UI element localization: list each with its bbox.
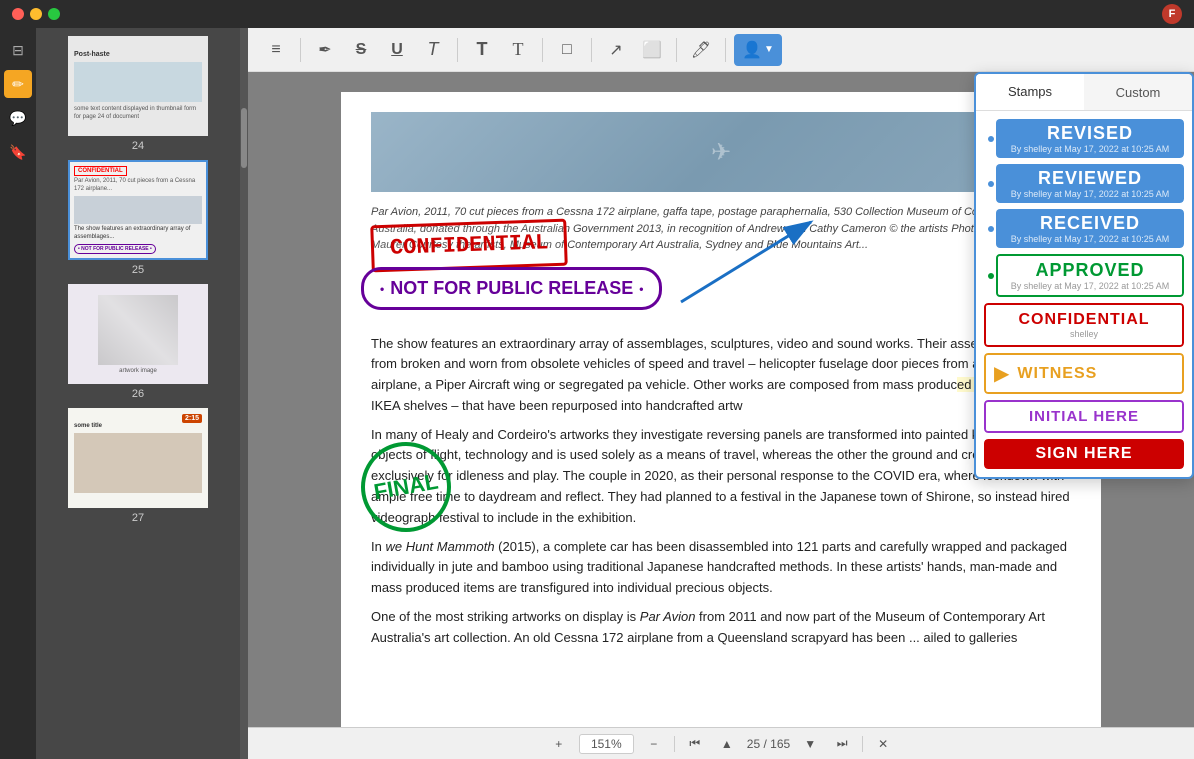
highlight-icon[interactable]: ✏ <box>4 70 32 98</box>
shapes-btn[interactable]: ⬜ <box>636 34 668 66</box>
sidebar-left: ⊟ ✏ 💬 🔖 <box>0 28 36 759</box>
stamp-reviewed-label: REVIEWED <box>1004 168 1176 189</box>
stamp-received[interactable]: RECEIVED By shelley at May 17, 2022 at 1… <box>984 209 1184 248</box>
stamp-received-label: RECEIVED <box>1004 213 1176 234</box>
text-annotation-btn[interactable]: ≡ <box>260 34 292 66</box>
text-box-btn[interactable]: T <box>466 34 498 66</box>
toolbar: ≡ ✒ S U T T T □ ↗ ⬜ 🖊 👤 ▼ <box>248 28 1194 72</box>
toolbar-separator-6 <box>725 38 726 62</box>
thumbnail-page-26[interactable]: artwork image 26 <box>44 284 232 400</box>
doc-paragraph-3: In we Hunt Mammoth (2015), a complete ca… <box>371 537 1071 599</box>
comment-icon[interactable]: 💬 <box>4 104 32 132</box>
toolbar-separator-1 <box>300 38 301 62</box>
arrow-shape-btn[interactable]: ↗ <box>600 34 632 66</box>
stamp-revised-sub: By shelley at May 17, 2022 at 10:25 AM <box>1004 144 1176 154</box>
main-area: ⊟ ✏ 💬 🔖 Post-haste some text content dis… <box>0 28 1194 759</box>
pen-tool-btn[interactable]: ✒ <box>309 34 341 66</box>
bottom-sep <box>674 736 675 752</box>
bottombar: + 151% − ⏮ ▲ 25 / 165 ▼ ⏭ ✕ <box>248 727 1194 759</box>
toolbar-separator-5 <box>676 38 677 62</box>
text-tool-serif-btn[interactable]: T <box>417 34 449 66</box>
page-first-btn[interactable]: ⏮ <box>683 732 707 756</box>
stamp-panel-tabs: Stamps Custom <box>976 74 1192 111</box>
not-for-public-release-stamp: NOT FOR PUBLIC RELEASE <box>361 267 662 310</box>
strikethrough-btn[interactable]: S <box>345 34 377 66</box>
toolbar-separator-3 <box>542 38 543 62</box>
sidebar-scrollbar[interactable] <box>240 28 248 759</box>
thumbnails-sidebar: Post-haste some text content displayed i… <box>36 28 240 759</box>
page-number-27: 27 <box>132 512 144 524</box>
toolbar-separator-2 <box>457 38 458 62</box>
bookmark-icon[interactable]: 🔖 <box>4 138 32 166</box>
stamp-witness-item[interactable]: ▶ WITNESS <box>984 353 1184 394</box>
stamps-tab[interactable]: Stamps <box>976 74 1084 110</box>
stamp-icon: 👤 <box>742 40 762 60</box>
stamp-dropdown-arrow: ▼ <box>764 44 774 55</box>
stamp-revised-label: REVISED <box>1004 123 1176 144</box>
page-number-26: 26 <box>132 388 144 400</box>
close-button[interactable] <box>12 8 24 20</box>
thumbnail-page-27[interactable]: 2:15 some title 27 <box>44 408 232 524</box>
page-number-25: 25 <box>132 264 144 276</box>
page-last-btn[interactable]: ⏭ <box>830 732 854 756</box>
stamp-dot <box>988 136 994 142</box>
document-area: ≡ ✒ S U T T T □ ↗ ⬜ 🖊 👤 ▼ <box>248 28 1194 759</box>
stamp-confidential-sub: shelley <box>994 329 1174 339</box>
stamp-initial-here-item[interactable]: INITIAL HERE <box>984 400 1184 433</box>
page-next-btn[interactable]: ▼ <box>798 732 822 756</box>
free-text-btn[interactable]: T <box>502 34 534 66</box>
stamp-dot <box>988 226 994 232</box>
confidential-stamp-on-doc: CONFIDENTIAL <box>370 219 568 273</box>
stamp-confidential-label: CONFIDENTIAL <box>994 311 1174 329</box>
callout-btn[interactable]: □ <box>551 34 583 66</box>
stamp-revised[interactable]: REVISED By shelley at May 17, 2022 at 10… <box>984 119 1184 158</box>
doc-paragraph-2: In many of Healy and Cordeiro's artworks… <box>371 425 1071 529</box>
stamp-initial-here-label: INITIAL HERE <box>994 408 1174 425</box>
stamp-panel: Stamps Custom REVISED By shelley at May … <box>974 72 1194 479</box>
stamp-approved-label: APPROVED <box>1006 260 1174 281</box>
witness-arrow-icon: ▶ <box>994 361 1009 386</box>
pen-draw-btn[interactable]: 🖊 <box>685 34 717 66</box>
page-number-24: 24 <box>132 140 144 152</box>
zoom-level: 151% <box>579 734 634 754</box>
zoom-out-btn[interactable]: − <box>642 732 666 756</box>
user-avatar: F <box>1162 4 1182 24</box>
document-image: ✈ <box>371 112 1071 192</box>
custom-tab[interactable]: Custom <box>1084 74 1192 110</box>
stamp-reviewed-sub: By shelley at May 17, 2022 at 10:25 AM <box>1004 189 1176 199</box>
stamp-confidential-item[interactable]: CONFIDENTIAL shelley <box>984 303 1184 347</box>
doc-paragraph-1: The show features an extraordinary array… <box>371 334 1071 417</box>
thumbnail-page-24[interactable]: Post-haste some text content displayed i… <box>44 36 232 152</box>
thumbnail-page-25[interactable]: CONFIDENTIAL Par Avion, 2011, 70 cut pie… <box>44 160 232 276</box>
traffic-lights <box>12 8 60 20</box>
stamp-approved-sub: By shelley at May 17, 2022 at 10:25 AM <box>1006 281 1174 291</box>
titlebar: F <box>0 0 1194 28</box>
stamp-approved[interactable]: APPROVED By shelley at May 17, 2022 at 1… <box>984 254 1184 297</box>
bottom-sep-2 <box>862 736 863 752</box>
panel-toggle-icon[interactable]: ⊟ <box>4 36 32 64</box>
stamp-btn[interactable]: 👤 ▼ <box>734 34 782 66</box>
doc-paragraph-4: One of the most striking artworks on dis… <box>371 607 1071 649</box>
stamp-dot <box>988 273 994 279</box>
stamp-sign-here-item[interactable]: SIGN HERE <box>984 439 1184 469</box>
zoom-in-btn[interactable]: + <box>547 732 571 756</box>
maximize-button[interactable] <box>48 8 60 20</box>
page-prev-btn[interactable]: ▲ <box>715 732 739 756</box>
fit-page-btn[interactable]: ✕ <box>871 732 895 756</box>
underline-btn[interactable]: U <box>381 34 413 66</box>
stamp-dot <box>988 181 994 187</box>
stamp-sign-here-label: SIGN HERE <box>992 445 1176 463</box>
toolbar-separator-4 <box>591 38 592 62</box>
stamp-received-sub: By shelley at May 17, 2022 at 10:25 AM <box>1004 234 1176 244</box>
minimize-button[interactable] <box>30 8 42 20</box>
stamp-witness-label: WITNESS <box>1017 365 1097 383</box>
stamp-reviewed[interactable]: REVIEWED By shelley at May 17, 2022 at 1… <box>984 164 1184 203</box>
stamp-list: REVISED By shelley at May 17, 2022 at 10… <box>976 111 1192 477</box>
page-indicator: 25 / 165 <box>747 737 790 751</box>
